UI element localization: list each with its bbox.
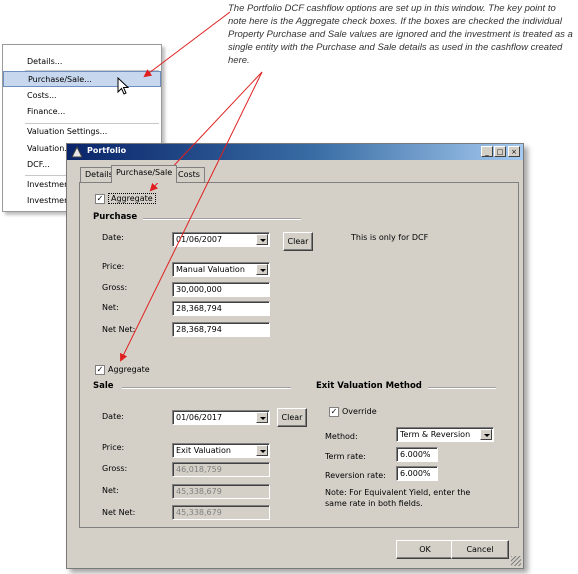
minimize-button[interactable]: _: [481, 146, 493, 157]
purchase-net-field[interactable]: 28,368,794: [172, 301, 270, 316]
portfolio-window: Portfolio _ □ × Details Purchase/Sale Co…: [66, 143, 524, 569]
method-value: Term & Reversion: [400, 430, 471, 439]
tab-costs[interactable]: Costs: [173, 167, 205, 182]
chevron-down-icon[interactable]: [480, 429, 492, 440]
reversion-rate-field[interactable]: 6.000%: [396, 466, 438, 481]
portfolio-app-icon: [71, 146, 83, 158]
purchase-aggregate-checkbox[interactable]: ✓: [95, 194, 105, 204]
sale-gross-field: 46,018,759: [172, 462, 270, 477]
purchase-date-value: 01/06/2007: [176, 235, 223, 244]
method-label: Method:: [325, 432, 358, 441]
sale-netnet-label: Net Net:: [102, 508, 136, 517]
cancel-button[interactable]: Cancel: [451, 540, 509, 559]
window-title: Portfolio: [87, 146, 127, 155]
tab-purchase-sale[interactable]: Purchase/Sale: [111, 165, 178, 183]
sale-netnet-field: 45,338,679: [172, 505, 270, 520]
term-rate-label: Term rate:: [325, 452, 366, 461]
chevron-down-icon[interactable]: [256, 234, 268, 245]
term-rate-field[interactable]: 6.000%: [396, 447, 438, 462]
purchase-price-value: Manual Valuation: [176, 265, 245, 274]
purchase-netnet-field[interactable]: 28,368,794: [172, 322, 270, 337]
sale-divider: [122, 387, 291, 389]
purchase-gross-label: Gross:: [102, 283, 128, 292]
menu-item-valuation-settings[interactable]: Valuation Settings...: [3, 124, 161, 140]
dcf-note: This is only for DCF: [351, 233, 429, 242]
chevron-down-icon[interactable]: [256, 264, 268, 275]
menu-item-details[interactable]: Details...: [3, 54, 161, 70]
maximize-button[interactable]: □: [494, 146, 506, 157]
purchase-divider: [143, 218, 301, 220]
mouse-cursor-icon: [117, 77, 130, 95]
equivalent-yield-note: Note: For Equivalent Yield, enter the sa…: [325, 488, 471, 508]
sale-net-label: Net:: [102, 486, 119, 495]
sale-net-field: 45,338,679: [172, 484, 270, 499]
title-bar[interactable]: Portfolio _ □ ×: [67, 144, 523, 160]
override-checkbox[interactable]: ✓: [329, 407, 339, 417]
menu-item-costs[interactable]: Costs...: [3, 88, 161, 104]
purchase-header: Purchase: [93, 212, 138, 222]
close-button[interactable]: ×: [508, 146, 520, 157]
purchase-date-picker[interactable]: 01/06/2007: [172, 232, 270, 247]
reversion-rate-label: Reversion rate:: [325, 471, 386, 480]
method-select[interactable]: Term & Reversion: [396, 427, 494, 442]
ok-button[interactable]: OK: [396, 540, 454, 559]
purchase-netnet-label: Net Net:: [102, 325, 136, 334]
sale-header: Sale: [93, 381, 114, 391]
sale-aggregate-label[interactable]: Aggregate: [108, 365, 150, 374]
exit-method-divider: [428, 387, 496, 389]
chevron-down-icon[interactable]: [256, 412, 268, 423]
chevron-down-icon[interactable]: [256, 445, 268, 456]
purchase-price-label: Price:: [102, 262, 125, 271]
override-label[interactable]: Override: [342, 407, 377, 416]
purchase-aggregate-label[interactable]: Aggregate: [108, 193, 156, 204]
purchase-net-label: Net:: [102, 303, 119, 312]
exit-method-header: Exit Valuation Method: [316, 381, 422, 391]
menu-item-purchase-sale[interactable]: Purchase/Sale...: [3, 71, 161, 87]
annotation-text: The Portfolio DCF cashflow options are s…: [228, 3, 573, 66]
purchase-price-select[interactable]: Manual Valuation: [172, 262, 270, 277]
sale-date-picker[interactable]: 01/06/2017: [172, 410, 270, 425]
resize-grip-icon[interactable]: [511, 556, 521, 566]
sale-price-label: Price:: [102, 443, 125, 452]
sale-clear-button[interactable]: Clear: [277, 408, 307, 427]
purchase-date-label: Date:: [102, 233, 124, 242]
purchase-gross-field[interactable]: 30,000,000: [172, 282, 270, 297]
sale-gross-label: Gross:: [102, 464, 128, 473]
purchase-clear-button[interactable]: Clear: [283, 232, 313, 251]
menu-item-finance[interactable]: Finance...: [3, 104, 161, 120]
sale-date-label: Date:: [102, 412, 124, 421]
sale-aggregate-checkbox[interactable]: ✓: [95, 365, 105, 375]
sale-price-select[interactable]: Exit Valuation: [172, 443, 270, 458]
sale-price-value: Exit Valuation: [176, 446, 231, 455]
sale-date-value: 01/06/2017: [176, 413, 223, 422]
